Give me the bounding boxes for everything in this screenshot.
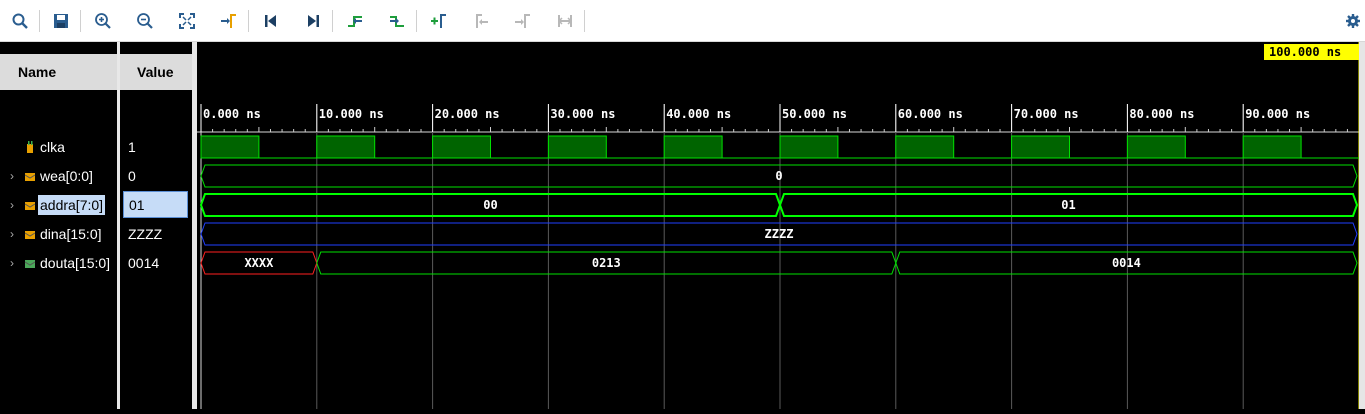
clock-high-pulse — [1242, 135, 1302, 159]
signal-name-label: douta[15:0] — [40, 255, 111, 271]
tick-label: 70.000 ns — [1014, 107, 1079, 121]
bus-value-label: 0213 — [592, 256, 621, 270]
signal-name-label: addra[7:0] — [38, 195, 106, 215]
clock-high-pulse — [895, 135, 955, 159]
next-transition-icon[interactable] — [385, 9, 409, 33]
signal-row-name[interactable]: › wea[0:0] — [6, 163, 117, 189]
clock-high-pulse — [1011, 135, 1070, 159]
swap-cursors-icon — [553, 9, 577, 33]
signal-value: 1 — [128, 139, 136, 155]
tick-label: 90.000 ns — [1245, 107, 1310, 121]
signal-row-name[interactable]: › addra[7:0] — [6, 192, 117, 218]
previous-marker-icon — [469, 9, 493, 33]
chevron-right-icon[interactable]: › — [6, 198, 18, 212]
vertical-scrollbar[interactable] — [1359, 42, 1365, 409]
tick-label: 60.000 ns — [898, 107, 963, 121]
value-column-header[interactable]: Value — [120, 54, 192, 90]
bit-signal-icon — [24, 141, 36, 153]
next-marker-icon — [511, 9, 535, 33]
cursor-time-label: 100.000 ns — [1269, 45, 1341, 59]
tick-label: 30.000 ns — [550, 107, 615, 121]
tick-label: 40.000 ns — [666, 107, 731, 121]
zoom-fit-icon[interactable] — [175, 9, 199, 33]
bus-signal-icon — [24, 170, 36, 182]
clock-high-pulse — [200, 135, 260, 159]
clock-high-pulse — [547, 135, 607, 159]
clock-high-pulse — [432, 135, 492, 159]
signal-value: 0 — [128, 168, 136, 184]
clock-high-pulse — [1126, 135, 1186, 159]
tick-label: 20.000 ns — [435, 107, 500, 121]
tick-label: 50.000 ns — [782, 107, 847, 121]
bus-signal-icon — [24, 257, 36, 269]
bus-value-label: ZZZZ — [765, 227, 794, 241]
clock-high-pulse — [779, 135, 839, 159]
bus-value-label: 00 — [483, 198, 497, 212]
signal-name-label: wea[0:0] — [40, 168, 93, 184]
chevron-right-icon[interactable]: › — [6, 256, 18, 270]
save-icon[interactable] — [49, 9, 73, 33]
bus-value-label: 0014 — [1112, 256, 1141, 270]
clock-high-pulse — [663, 135, 723, 159]
zoom-out-icon[interactable] — [133, 9, 157, 33]
signal-value: 0014 — [128, 255, 160, 271]
name-column-header[interactable]: Name — [0, 54, 117, 90]
signal-row-name[interactable]: clka — [6, 134, 117, 160]
signal-value: ZZZZ — [128, 226, 163, 242]
gear-icon[interactable] — [1343, 9, 1363, 33]
chevron-right-icon[interactable]: › — [6, 227, 18, 241]
bus-signal-icon — [24, 228, 36, 240]
bus-value-label: XXXX — [244, 256, 274, 270]
previous-transition-icon[interactable] — [343, 9, 367, 33]
go-to-last-time-icon[interactable] — [301, 9, 325, 33]
waveform-toolbar — [0, 0, 1365, 42]
signal-value: 01 — [123, 191, 188, 218]
chevron-right-icon[interactable]: › — [6, 169, 18, 183]
bus-signal-icon — [24, 199, 36, 211]
signal-row-name[interactable]: › douta[15:0] — [6, 250, 117, 276]
go-to-cursor-icon[interactable] — [217, 9, 241, 33]
zoom-in-icon[interactable] — [91, 9, 115, 33]
tick-label: 80.000 ns — [1129, 107, 1194, 121]
signal-name-label: dina[15:0] — [40, 226, 102, 242]
clock-high-pulse — [316, 135, 376, 159]
add-marker-icon[interactable] — [427, 9, 451, 33]
bus-value-label: 01 — [1061, 198, 1075, 212]
bus-value-label: 0 — [775, 169, 782, 183]
tick-label: 10.000 ns — [319, 107, 384, 121]
tick-label: 0.000 ns — [203, 107, 261, 121]
search-icon[interactable] — [8, 9, 32, 33]
signal-name-label: clka — [40, 139, 65, 155]
waveform-canvas[interactable]: 0.000 ns 10.000 ns 20.000 ns 30.000 ns 40.00… — [197, 42, 1360, 409]
go-to-time-zero-icon[interactable] — [259, 9, 283, 33]
signal-row-name[interactable]: › dina[15:0] — [6, 221, 117, 247]
